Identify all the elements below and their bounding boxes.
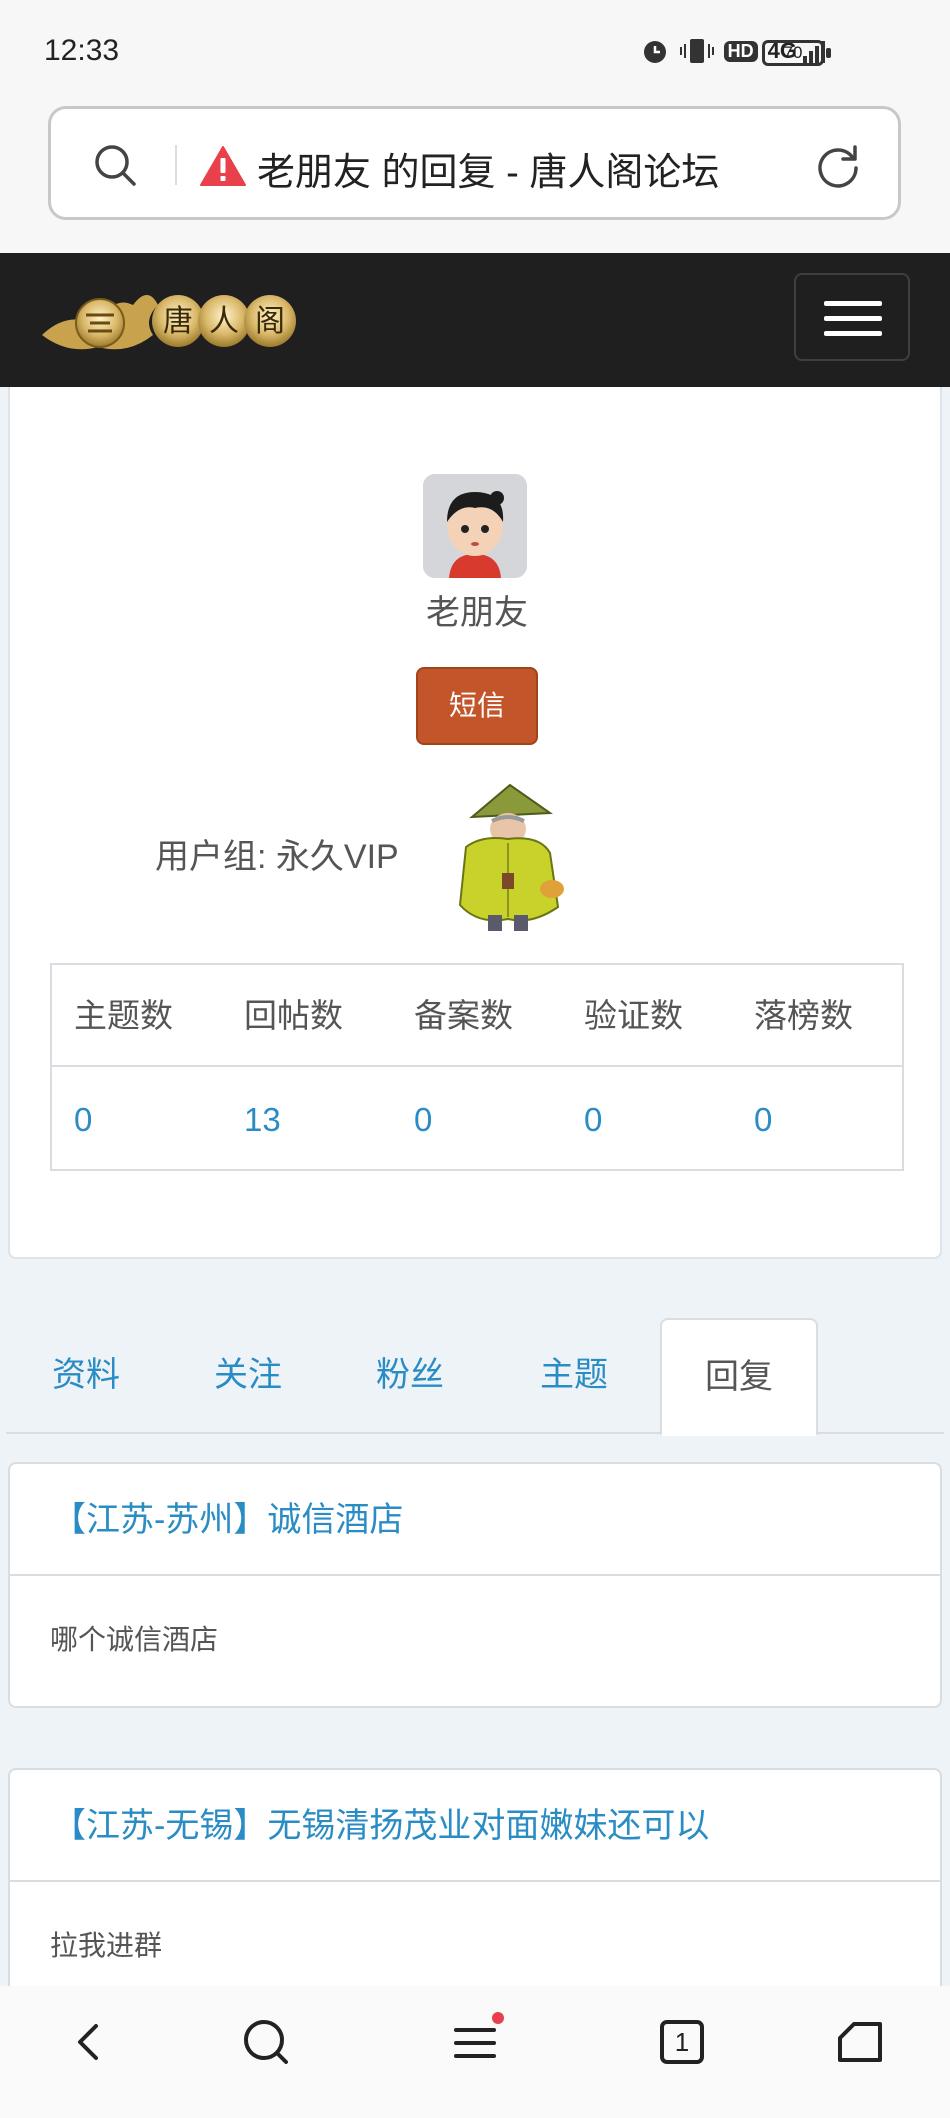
tab-replies[interactable]: 回复 [660, 1318, 818, 1436]
stats-value-link[interactable]: 0 [732, 1069, 902, 1171]
stats-value-link[interactable]: 0 [52, 1069, 222, 1171]
search-icon[interactable] [236, 2012, 296, 2072]
user-stats-table: 主题数 回帖数 备案数 验证数 落榜数 0 13 0 0 0 [50, 963, 904, 1171]
stats-value-link[interactable]: 0 [562, 1069, 732, 1171]
reload-icon[interactable] [815, 143, 861, 189]
back-icon[interactable] [60, 2012, 120, 2072]
profile-card: 老朋友 短信 用户组: 永久VIP 主题数 回帖数 备案数 验证数 落榜数 0 … [8, 387, 942, 1259]
stats-header: 落榜数 [754, 997, 853, 1034]
send-message-button[interactable]: 短信 [416, 667, 538, 745]
stats-value-link[interactable]: 0 [392, 1069, 562, 1171]
stats-header: 回帖数 [244, 997, 343, 1034]
stats-value-link[interactable]: 13 [222, 1069, 392, 1171]
profile-tabs: 资料 关注 粉丝 主题 回复 [6, 1318, 944, 1436]
stats-value-row: 0 13 0 0 0 [52, 1069, 902, 1171]
post-title-link[interactable]: 【江苏-无锡】无锡清扬茂业对面嫩妹还可以 [10, 1770, 940, 1882]
status-time: 12:33 [44, 34, 120, 67]
tab-profile[interactable]: 资料 [6, 1318, 166, 1434]
menu-icon[interactable] [446, 2012, 506, 2072]
address-bar[interactable]: 老朋友 的回复 - 唐人阁论坛 [48, 106, 901, 220]
list-item: 【江苏-苏州】诚信酒店 哪个诚信酒店 [8, 1462, 942, 1708]
user-group-label: 用户组: 永久VIP [155, 838, 399, 876]
hamburger-menu-button[interactable] [794, 273, 910, 361]
status-bar: 12:33 HD 4G 70 [0, 0, 950, 100]
battery-level: 70 [783, 43, 803, 62]
stats-header: 主题数 [74, 997, 173, 1034]
site-header: 唐 人 阁 [0, 253, 950, 387]
battery-indicator: 70 [762, 40, 824, 66]
alarm-icon [643, 41, 666, 63]
search-icon[interactable] [93, 143, 137, 187]
site-logo[interactable]: 唐 人 阁 [38, 275, 303, 365]
warning-icon[interactable] [199, 145, 247, 187]
vip-group-icon [458, 783, 564, 931]
home-icon[interactable] [830, 2012, 890, 2072]
page-title[interactable]: 老朋友 的回复 - 唐人阁论坛 [257, 141, 719, 196]
post-title-link[interactable]: 【江苏-苏州】诚信酒店 [10, 1464, 940, 1576]
username: 老朋友 [426, 594, 528, 632]
hd-icon: HD [723, 40, 758, 62]
browser-bottom-nav: 1 [0, 1986, 950, 2118]
svg-text:人: 人 [209, 304, 239, 339]
tab-followers[interactable]: 粉丝 [330, 1318, 490, 1434]
tab-count: 1 [674, 2027, 690, 2057]
stats-header-row: 主题数 回帖数 备案数 验证数 落榜数 [52, 965, 902, 1067]
svg-text:唐: 唐 [163, 304, 193, 339]
svg-text:阁: 阁 [255, 304, 285, 339]
stats-header: 备案数 [414, 997, 513, 1034]
stats-header: 验证数 [584, 997, 683, 1034]
tab-following[interactable]: 关注 [168, 1318, 328, 1434]
tabs-icon[interactable]: 1 [652, 2012, 712, 2072]
browser-toolbar: 老朋友 的回复 - 唐人阁论坛 [0, 100, 950, 253]
avatar[interactable] [423, 474, 527, 578]
post-excerpt: 哪个诚信酒店 [50, 1624, 219, 1655]
vibrate-icon [679, 39, 714, 63]
tab-threads[interactable]: 主题 [494, 1318, 654, 1434]
